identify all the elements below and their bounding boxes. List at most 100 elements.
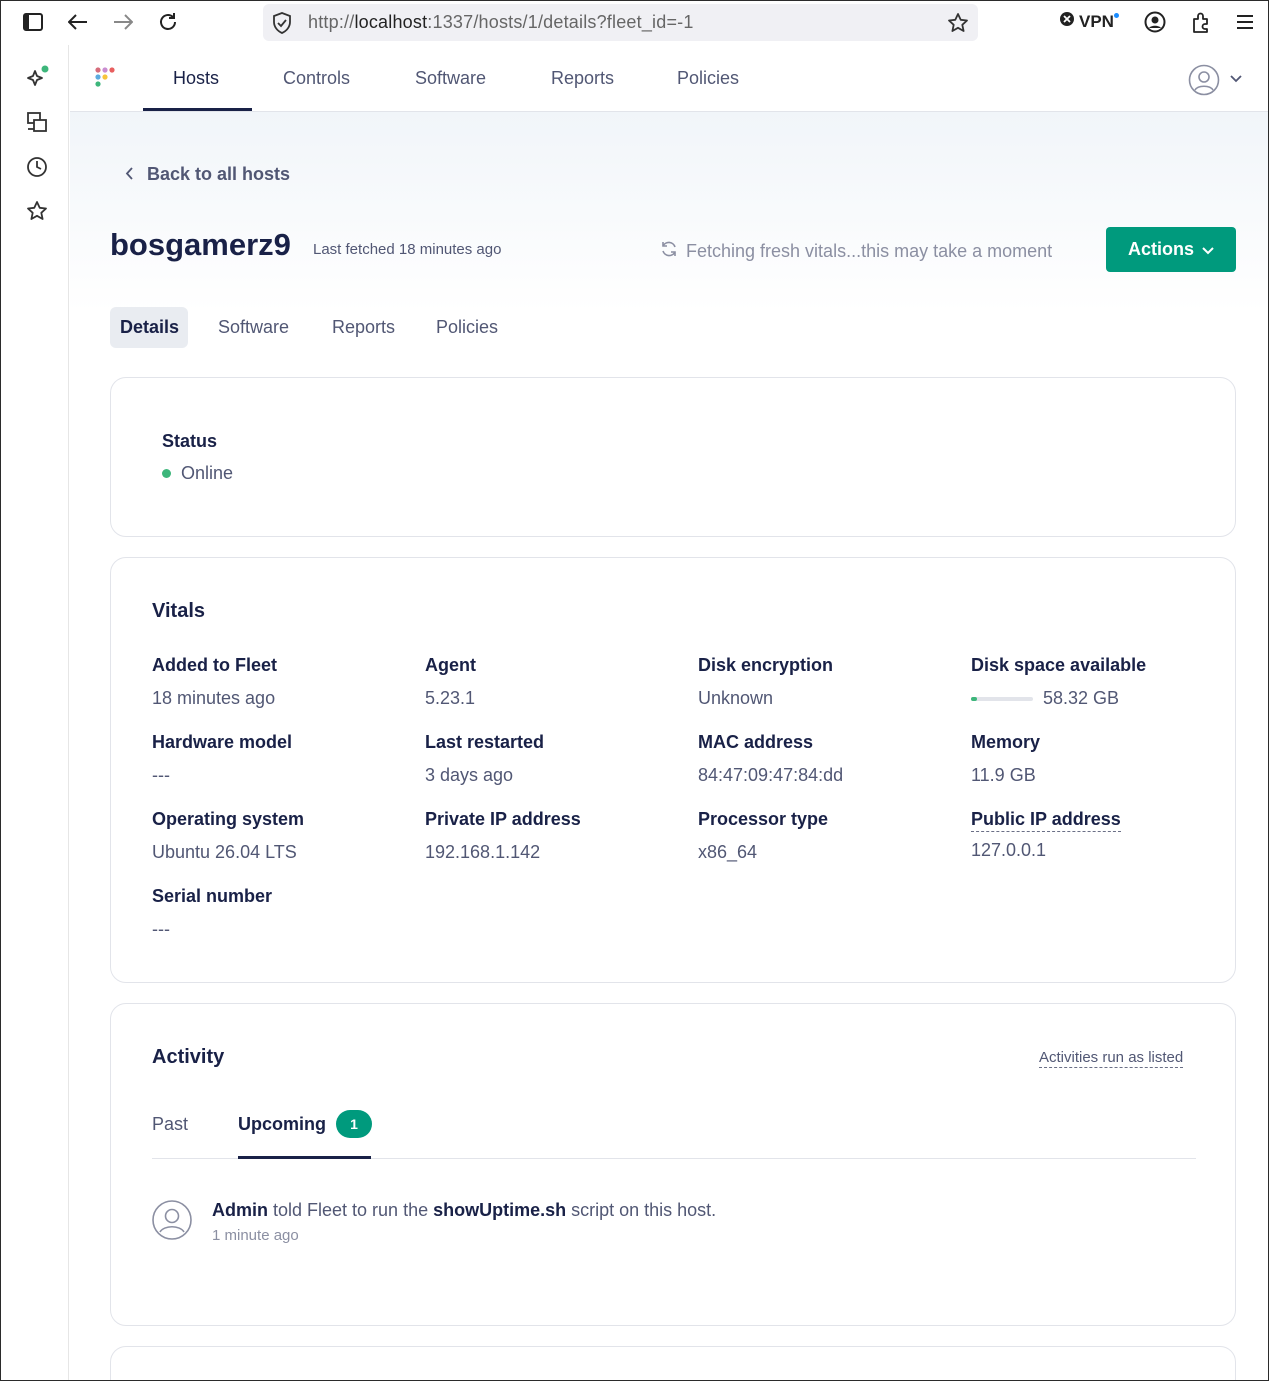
last-fetched-text: Last fetched 18 minutes ago [313,241,502,258]
vital-label: Agent [425,655,476,675]
extensions-icon[interactable] [1188,9,1214,35]
vital-processor-type: Processor type x86_64 [698,809,958,863]
vital-label: Disk encryption [698,655,834,675]
status-label: Status [162,431,218,451]
vitals-title: Vitals [152,600,205,622]
disk-space-bar [971,696,1033,701]
chevron-down-icon [1202,239,1214,260]
vital-agent: Agent 5.23.1 [425,655,685,709]
chevron-down-icon[interactable] [1230,70,1242,86]
status-text: Online [181,463,234,483]
vital-value: --- [152,765,170,785]
browser-window: http://localhost:1337/hosts/1/details?fl… [0,0,1269,1381]
vital-label: Last restarted [425,732,545,752]
app-top-nav: Hosts Controls Software Reports Policies [70,48,1268,112]
url-host: localhost [354,12,428,32]
reload-icon[interactable] [155,9,181,35]
vital-value: 5.23.1 [425,688,476,708]
vital-value: --- [152,919,170,939]
vital-label: Operating system [152,809,305,829]
nav-software[interactable]: Software [415,68,486,89]
bookmark-star-icon[interactable] [947,12,969,39]
shield-icon[interactable] [272,12,292,39]
status-card: Status Online [110,377,1236,537]
vital-hardware-model: Hardware model --- [152,732,412,786]
tab-software[interactable]: Software [208,307,299,348]
actions-dropdown-button[interactable]: Actions [1106,227,1236,272]
account-icon[interactable] [1142,9,1168,35]
vital-value: 58.32 GB [971,688,1231,709]
vital-value: 3 days ago [425,765,514,785]
tab-past[interactable]: Past [152,1114,188,1135]
tab-policies[interactable]: Policies [426,307,508,348]
online-dot-icon [162,469,171,478]
vital-value: 84:47:09:47:84:dd [698,765,844,785]
vital-value: 18 minutes ago [152,688,276,708]
vital-value: x86_64 [698,842,758,862]
activity-script-name: showUptime.sh [433,1200,567,1220]
public-ip-tooltip-label[interactable]: Public IP address [971,809,1121,832]
vital-label: Private IP address [425,809,581,829]
nav-reports[interactable]: Reports [551,68,614,89]
sidebar-toggle-icon[interactable] [20,9,46,35]
nav-controls[interactable]: Controls [283,68,350,89]
host-name: bosgamerz9 [110,227,291,262]
fetching-status: Fetching fresh vitals...this may take a … [660,240,1052,263]
user-avatar-icon[interactable] [1188,64,1220,96]
vital-mac-address: MAC address 84:47:09:47:84:dd [698,732,958,786]
fleet-logo-icon[interactable] [94,66,122,94]
vpn-button[interactable]: VPN [1059,11,1119,32]
activity-title: Activity [152,1046,225,1068]
vital-memory: Memory 11.9 GB [971,732,1231,786]
status-value: Online [162,463,233,484]
vital-label: Memory [971,732,1041,752]
vital-serial-number: Serial number --- [152,886,412,940]
vital-private-ip: Private IP address 192.168.1.142 [425,809,685,863]
address-bar[interactable]: http://localhost:1337/hosts/1/details?fl… [263,4,978,41]
menu-icon[interactable] [1232,9,1258,35]
upcoming-count-badge: 1 [336,1110,372,1138]
tab-upcoming-label: Upcoming [238,1113,326,1134]
tab-past-label: Past [152,1114,189,1134]
vital-value: 192.168.1.142 [425,842,541,862]
vital-label: Hardware model [152,732,293,752]
vital-label: Added to Fleet [152,655,277,675]
vital-operating-system: Operating system Ubuntu 26.04 LTS [152,809,412,863]
vital-value: 127.0.0.1 [971,840,1047,860]
vital-value: 11.9 GB [971,765,1036,785]
url-text[interactable]: http://localhost:1337/hosts/1/details?fl… [308,12,694,33]
history-icon[interactable] [25,155,49,179]
nav-policies[interactable]: Policies [677,68,739,89]
activities-run-as-listed-tooltip[interactable]: Activities run as listed [1039,1049,1184,1068]
disk-space-fill [971,696,978,701]
vital-value: Unknown [698,688,774,708]
synced-devices-icon[interactable] [25,110,49,134]
vital-label: Disk space available [971,655,1147,675]
activity-tab-indicator [238,1156,371,1159]
url-scheme: http:// [308,12,355,32]
nav-hosts[interactable]: Hosts [173,68,219,89]
chevron-left-icon [125,164,133,185]
back-to-hosts-link[interactable]: Back to all hosts [125,164,290,185]
back-arrow-icon[interactable] [65,9,91,35]
forward-arrow-icon[interactable] [110,9,136,35]
bookmarks-star-icon[interactable] [25,199,49,223]
activity-actor: Admin [212,1200,268,1220]
activity-time: 1 minute ago [212,1227,299,1244]
tab-reports[interactable]: Reports [322,307,405,348]
activity-tabs: Past Upcoming 1 [152,1104,1196,1159]
vitals-card: Vitals Added to Fleet 18 minutes ago Age… [110,557,1236,983]
nav-active-indicator [143,108,252,111]
refresh-icon [660,240,678,263]
vpn-status-icon [1059,11,1075,32]
tab-details[interactable]: Details [110,307,188,348]
vpn-label: VPN [1079,11,1114,31]
sparkle-icon[interactable] [25,65,49,89]
back-link-label: Back to all hosts [147,164,291,184]
disk-space-text: 58.32 GB [1043,688,1120,708]
next-card [110,1346,1236,1380]
vital-disk-space: Disk space available 58.32 GB [971,655,1231,709]
vital-value: Ubuntu 26.04 LTS [152,842,297,862]
tab-upcoming[interactable]: Upcoming 1 [238,1110,372,1138]
vital-disk-encryption: Disk encryption Unknown [698,655,958,709]
